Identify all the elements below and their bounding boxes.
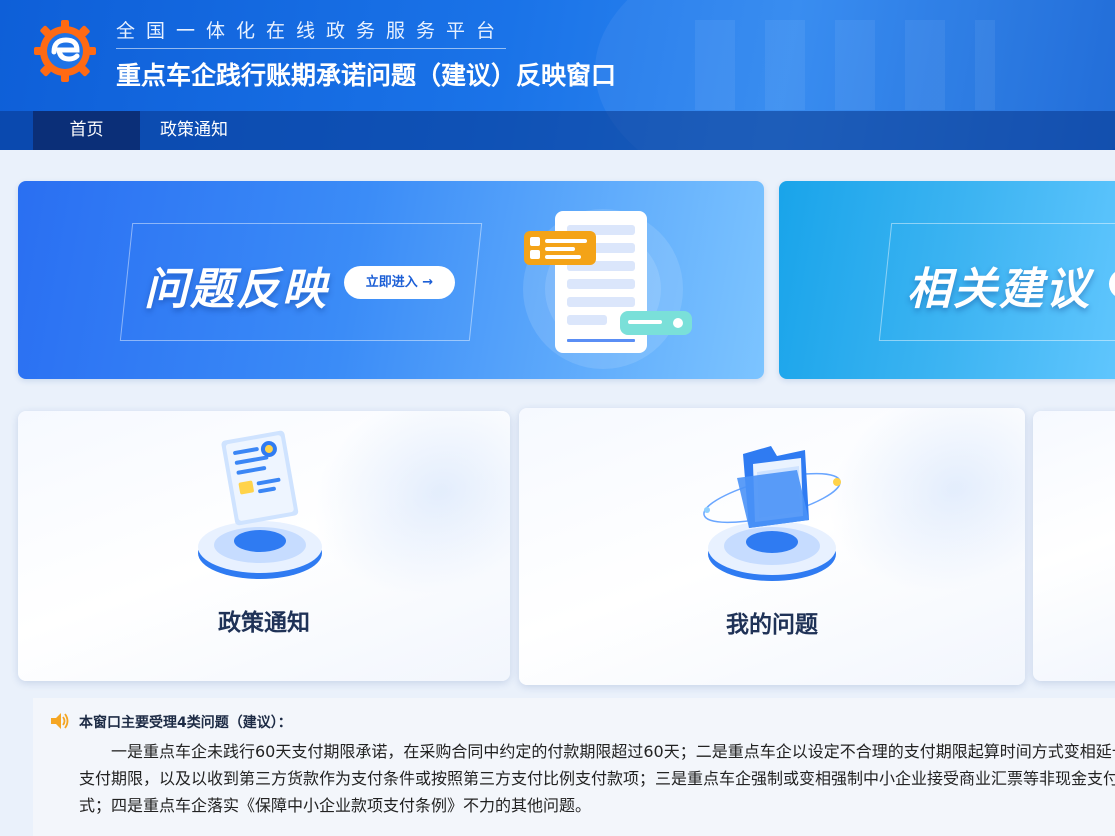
my-questions-card[interactable]: 我的问题 bbox=[519, 408, 1025, 685]
policy-notice-card[interactable]: 政策通知 bbox=[18, 411, 510, 681]
card-label-my-questions: 我的问题 bbox=[726, 612, 818, 638]
related-suggestions-banner[interactable]: 相关建议 bbox=[779, 181, 1115, 379]
third-card-partial[interactable] bbox=[1033, 411, 1115, 681]
speaker-icon bbox=[51, 713, 69, 729]
certificate-icon bbox=[198, 430, 322, 579]
folder-icon bbox=[703, 446, 841, 581]
notice-heading: 本窗口主要受理4类问题（建议）： bbox=[79, 715, 292, 731]
document-chat-icon bbox=[523, 209, 692, 369]
banner-title-problem-report: 问题反映 bbox=[144, 264, 328, 315]
notice-panel: 本窗口主要受理4类问题（建议）： 一是重点车企未践行60天支付期限承诺，在采购合… bbox=[33, 698, 1115, 836]
enter-now-button[interactable]: 立即进入 → bbox=[344, 266, 455, 299]
banner-title-related-suggestions: 相关建议 bbox=[907, 264, 1091, 315]
platform-name: 全国一体化在线政务服务平台 bbox=[116, 16, 507, 49]
page-title: 重点车企践行账期承诺问题（建议）反映窗口 bbox=[116, 61, 617, 90]
notice-body: 一是重点车企未践行60天支付期限承诺，在采购合同中约定的付款期限超过60天；二是… bbox=[79, 742, 1115, 815]
problem-report-banner[interactable]: 问题反映 立即进入 → bbox=[18, 181, 764, 379]
header-decoration-stripes bbox=[695, 20, 995, 110]
main-nav: 首页 政策通知 bbox=[0, 111, 1115, 150]
platform-logo-icon[interactable] bbox=[32, 18, 98, 84]
nav-item-policy-notice[interactable]: 政策通知 bbox=[140, 111, 248, 150]
site-header: 全国一体化在线政务服务平台 重点车企践行账期承诺问题（建议）反映窗口 首页 政策… bbox=[0, 0, 1115, 150]
nav-item-home[interactable]: 首页 bbox=[33, 111, 140, 150]
card-label-policy-notice: 政策通知 bbox=[218, 610, 310, 636]
